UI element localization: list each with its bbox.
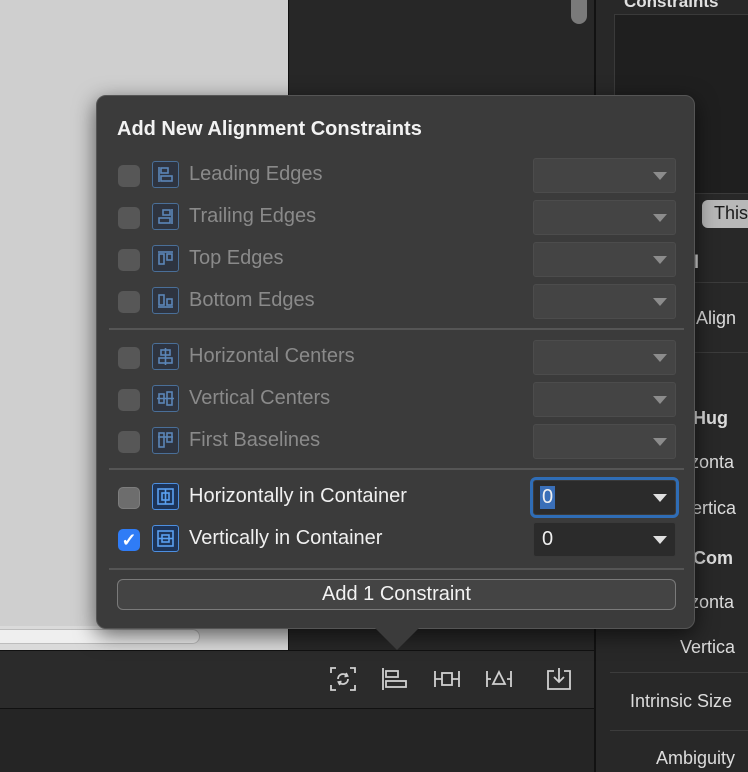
chevron-down-icon <box>653 438 667 446</box>
horizontal-centers-label: Horizontal Centers <box>189 345 355 367</box>
trailing-edges-checkbox[interactable] <box>118 207 140 229</box>
inspector-separator <box>610 672 748 673</box>
chevron-down-icon <box>653 536 667 544</box>
chevron-down-icon <box>653 354 667 362</box>
canvas-horizontal-scrollbar[interactable] <box>0 629 200 644</box>
horizontal-centers-row: Horizontal Centers <box>97 338 696 378</box>
horizontally-in-container-icon <box>152 483 179 510</box>
bottom-edges-checkbox[interactable] <box>118 291 140 313</box>
resolve-issues-icon <box>486 669 512 687</box>
leading-edges-value-select[interactable] <box>533 158 676 193</box>
top-edges-label: Top Edges <box>189 247 284 269</box>
trailing-edges-value-select[interactable] <box>533 200 676 235</box>
horizontally-in-container-label: Horizontally in Container <box>189 485 407 507</box>
chevron-down-icon <box>653 396 667 404</box>
top-edges-checkbox[interactable] <box>118 249 140 271</box>
vertical-centers-row: Vertical Centers <box>97 380 696 420</box>
chevron-down-icon <box>653 298 667 306</box>
inspector-constraints-title: Constraints <box>624 0 719 11</box>
first-baselines-label: First Baselines <box>189 429 321 451</box>
vertically-in-container-value-select[interactable]: 0 <box>533 522 676 557</box>
xcode-window: Constraints This l Align t Hug izonta er… <box>0 0 748 772</box>
bottom-edges-value-select[interactable] <box>533 284 676 319</box>
bottom-edges-label: Bottom Edges <box>189 289 315 311</box>
compression-vertical-label: Vertica <box>680 637 736 657</box>
update-frames-button[interactable] <box>327 664 359 694</box>
align-icon <box>382 668 407 690</box>
chevron-down-icon <box>653 172 667 180</box>
debug-bar <box>0 708 594 772</box>
vertical-centers-icon <box>152 385 179 412</box>
first-baselines-row: First Baselines <box>97 422 696 462</box>
horizontally-in-container-row: Horizontally in Container 0 <box>97 477 696 518</box>
first-baselines-value-select[interactable] <box>533 424 676 459</box>
hugging-vertical-label: ertica <box>692 498 737 518</box>
vertically-in-container-row: ✓ Vertically in Container 0 <box>97 520 696 560</box>
embed-in-icon <box>547 668 571 690</box>
group-separator <box>109 328 684 330</box>
chevron-down-icon <box>653 256 667 264</box>
bottom-edges-icon <box>152 287 179 314</box>
update-frames-icon <box>330 667 356 691</box>
add-alignment-constraints-popover: Add New Alignment Constraints Leading Ed… <box>96 95 695 629</box>
vertical-centers-checkbox[interactable] <box>118 389 140 411</box>
horizontally-in-container-checkbox[interactable] <box>118 487 140 509</box>
vertically-in-container-icon <box>152 525 179 552</box>
add-constraints-icon <box>434 671 460 687</box>
leading-edges-row: Leading Edges <box>97 156 696 196</box>
embed-in-button[interactable] <box>543 664 575 694</box>
intrinsic-size-label: Intrinsic Size <box>630 691 733 711</box>
add-constraints-button[interactable] <box>431 664 463 694</box>
leading-edges-label: Leading Edges <box>189 163 323 185</box>
add-constraint-button[interactable]: Add 1 Constraint <box>117 579 676 610</box>
group-separator <box>109 568 684 570</box>
popover-arrow <box>375 628 419 650</box>
horizontally-in-container-value-select[interactable]: 0 <box>530 477 679 518</box>
align-button[interactable] <box>379 664 411 694</box>
trailing-edges-label: Trailing Edges <box>189 205 317 227</box>
horizontal-centers-icon <box>152 343 179 370</box>
align-label: Align <box>696 308 737 328</box>
horizontal-centers-checkbox[interactable] <box>118 347 140 369</box>
this-size-class-button[interactable]: This <box>702 200 748 228</box>
first-baselines-icon <box>152 427 179 454</box>
inspector-separator <box>610 730 748 731</box>
vertical-centers-value-select[interactable] <box>533 382 676 417</box>
trailing-edges-icon <box>152 203 179 230</box>
top-edges-row: Top Edges <box>97 240 696 280</box>
trailing-edges-row: Trailing Edges <box>97 198 696 238</box>
top-edges-value-select[interactable] <box>533 242 676 277</box>
vertical-scrollbar-thumb[interactable] <box>571 0 587 24</box>
chevron-down-icon <box>653 494 667 502</box>
leading-edges-icon <box>152 161 179 188</box>
ambiguity-label: Ambiguity <box>656 748 736 768</box>
horizontal-centers-value-select[interactable] <box>533 340 676 375</box>
chevron-down-icon <box>653 214 667 222</box>
group-separator <box>109 468 684 470</box>
resolve-issues-button[interactable] <box>483 664 515 694</box>
popover-title: Add New Alignment Constraints <box>117 118 422 140</box>
vertically-in-container-label: Vertically in Container <box>189 527 383 549</box>
vertically-in-container-checkbox[interactable]: ✓ <box>118 529 140 551</box>
bottom-edges-row: Bottom Edges <box>97 282 696 322</box>
top-edges-icon <box>152 245 179 272</box>
leading-edges-checkbox[interactable] <box>118 165 140 187</box>
vertical-centers-label: Vertical Centers <box>189 387 331 409</box>
first-baselines-checkbox[interactable] <box>118 431 140 453</box>
